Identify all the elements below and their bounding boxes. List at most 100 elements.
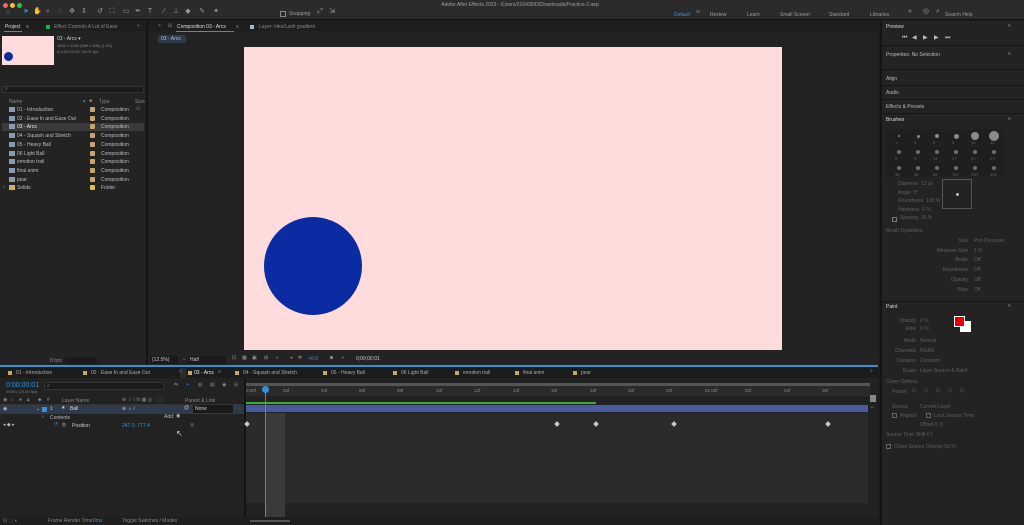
orbit-tool-icon[interactable]: ◌: [56, 8, 64, 16]
brush-tip[interactable]: 65: [930, 164, 944, 178]
brush-tip[interactable]: 13: [968, 132, 982, 146]
breadcrumb[interactable]: 03 - Arcs: [158, 35, 186, 43]
previous-frame-icon[interactable]: ◀: [912, 35, 917, 41]
exposure-reset-icon[interactable]: ✲: [298, 356, 302, 361]
brush-tip[interactable]: 17: [949, 148, 963, 162]
label-color-swatch[interactable]: [90, 150, 95, 156]
dynamics-field-value[interactable]: Off: [974, 268, 981, 273]
aligned-checkbox[interactable]: [892, 413, 897, 418]
dolly-tool-icon[interactable]: ⇕: [80, 8, 88, 16]
clone-preset-2-icon[interactable]: ⊡: [924, 389, 928, 394]
grid-guides-icon[interactable]: ⊞: [264, 356, 268, 361]
close-tab-icon[interactable]: ×: [158, 24, 161, 29]
selection-tool-icon[interactable]: ➤: [22, 8, 30, 16]
parent-dropdown[interactable]: None: [193, 405, 233, 413]
effects-presets-section[interactable]: Effects & Presets: [886, 105, 924, 110]
home-icon[interactable]: ⌂: [4, 8, 12, 16]
workspace-learn[interactable]: Learn: [747, 12, 760, 18]
list-item[interactable]: 05 - Heavy Ball Composition: [2, 141, 144, 149]
first-frame-icon[interactable]: ⏮: [902, 35, 907, 41]
draft-3d-icon[interactable]: ◓: [186, 383, 189, 388]
show-snapshot-icon[interactable]: ▪: [342, 356, 344, 361]
type-tool-icon[interactable]: T: [146, 8, 154, 16]
layer-switch-icons[interactable]: ⊕ ☼ /: [122, 407, 135, 412]
list-item[interactable]: 06 Light Ball Composition: [2, 150, 144, 158]
label-column-icon[interactable]: ⬥: [38, 398, 42, 403]
tab-composition[interactable]: Composition 03 - Arcs: [177, 25, 226, 30]
toggle-switches-modes[interactable]: Toggle Switches / Modes: [122, 519, 177, 524]
dynamics-field-value[interactable]: Off: [974, 287, 981, 293]
brush-tip[interactable]: 45: [911, 164, 925, 178]
exposure-value[interactable]: +0.0: [308, 357, 318, 362]
clone-stamp-tool-icon[interactable]: ⊥: [172, 8, 180, 16]
brush-field[interactable]: Roundness 100 %: [898, 199, 940, 204]
brush-tip-grid[interactable]: 1 3 5 9 13 19 5 9 13 17 21 27 35 45 65 1…: [886, 129, 1004, 177]
column-parent-link[interactable]: Parent & Link: [185, 399, 215, 404]
layer-name[interactable]: Ball: [70, 407, 78, 412]
panel-menu-icon[interactable]: ≡: [1008, 52, 1011, 57]
eraser-tool-icon[interactable]: ◆: [184, 8, 192, 16]
dynamics-field-value[interactable]: Pen Pressure: [974, 239, 1004, 244]
disclosure-triangle-icon[interactable]: ›: [3, 185, 5, 190]
sort-arrow-icon[interactable]: ▴: [83, 99, 86, 104]
column-layer-name[interactable]: Layer Name: [62, 399, 89, 404]
workspace-menu-icon[interactable]: ≡: [694, 9, 702, 17]
graph-editor-icon[interactable]: ⊟: [234, 383, 238, 388]
foreground-color-swatch[interactable]: [954, 316, 965, 327]
project-search-input[interactable]: ⌕: [2, 86, 144, 93]
tab-4[interactable]: 05 - Heavy Ball: [320, 368, 365, 378]
contents-label[interactable]: Contents: [50, 416, 70, 421]
brush-tip[interactable]: 3: [911, 132, 925, 146]
brush-tip[interactable]: 19: [987, 131, 1001, 146]
play-icon[interactable]: ▶: [923, 35, 928, 41]
brush-field[interactable]: Diameter 13 px: [898, 182, 933, 187]
last-frame-icon[interactable]: ⏭: [945, 35, 950, 41]
zoom-dropdown[interactable]: (12.5%): [150, 356, 178, 364]
snap-options-icon[interactable]: ⤢: [316, 8, 324, 16]
workspace-review[interactable]: Review: [710, 12, 726, 18]
position-value[interactable]: 247.0, 777.4: [122, 424, 150, 429]
column-size[interactable]: Size: [135, 100, 145, 105]
pan-tool-icon[interactable]: ✥: [68, 8, 76, 16]
workspace-default[interactable]: Default: [674, 12, 690, 18]
contents-expand-icon[interactable]: ›: [42, 415, 44, 420]
brush-tip[interactable]: 9: [949, 132, 963, 146]
selected-item-name[interactable]: 03 - Arcs ▾: [57, 37, 81, 42]
snapping-checkbox[interactable]: [280, 11, 286, 17]
channel-icon[interactable]: ◐: [276, 356, 279, 361]
workspace-standard[interactable]: Standard: [829, 12, 849, 18]
label-color-swatch[interactable]: [90, 115, 95, 121]
clone-overlay-checkbox[interactable]: [886, 444, 891, 449]
add-menu-icon[interactable]: ◉: [176, 414, 180, 419]
tab-project[interactable]: Project: [5, 25, 21, 30]
brush-field-value[interactable]: 13 px: [921, 181, 933, 187]
brush-tool-icon[interactable]: ∕: [160, 8, 168, 16]
brush-field[interactable]: Spacing 25 %: [900, 216, 932, 221]
label-color-swatch[interactable]: [90, 124, 95, 130]
workspace-small-screen[interactable]: Small Screen: [780, 12, 810, 18]
tab-3[interactable]: 04 - Squash and Stretch: [232, 368, 297, 378]
sync-icon[interactable]: ◎: [922, 8, 930, 16]
paint-field-value[interactable]: 1 %: [920, 327, 929, 332]
current-time[interactable]: 0;00;00;01: [356, 357, 380, 362]
label-color-swatch[interactable]: [90, 107, 95, 112]
tabs-overflow-icon[interactable]: »: [870, 369, 873, 374]
panel-menu-icon[interactable]: ≡: [1008, 117, 1011, 122]
solo-switch-icon[interactable]: ●: [19, 398, 22, 403]
list-item[interactable]: emotion trail Composition: [2, 158, 144, 166]
paint-field-value[interactable]: Constant: [920, 359, 940, 364]
layer-duration-bar[interactable]: [246, 405, 868, 412]
workspaces-overflow-icon[interactable]: »: [906, 8, 914, 16]
column-name[interactable]: Name: [9, 100, 22, 105]
label-color-swatch[interactable]: [90, 167, 95, 173]
clone-preset-3-icon[interactable]: ⊡: [936, 389, 940, 394]
paint-field-value[interactable]: 0 %: [920, 319, 929, 324]
label-color-swatch[interactable]: [90, 133, 95, 139]
tab-2[interactable]: × 03 - Arcs ≡: [179, 368, 221, 378]
paint-field-value[interactable]: Normal: [920, 339, 936, 344]
bit-depth-label[interactable]: 8 bpc: [50, 359, 62, 364]
playhead-line[interactable]: [265, 386, 266, 517]
brush-tip[interactable]: 300: [987, 164, 1001, 178]
frame-blending-icon[interactable]: ▤: [210, 383, 215, 388]
stopwatch-icon[interactable]: ◷: [54, 422, 58, 427]
